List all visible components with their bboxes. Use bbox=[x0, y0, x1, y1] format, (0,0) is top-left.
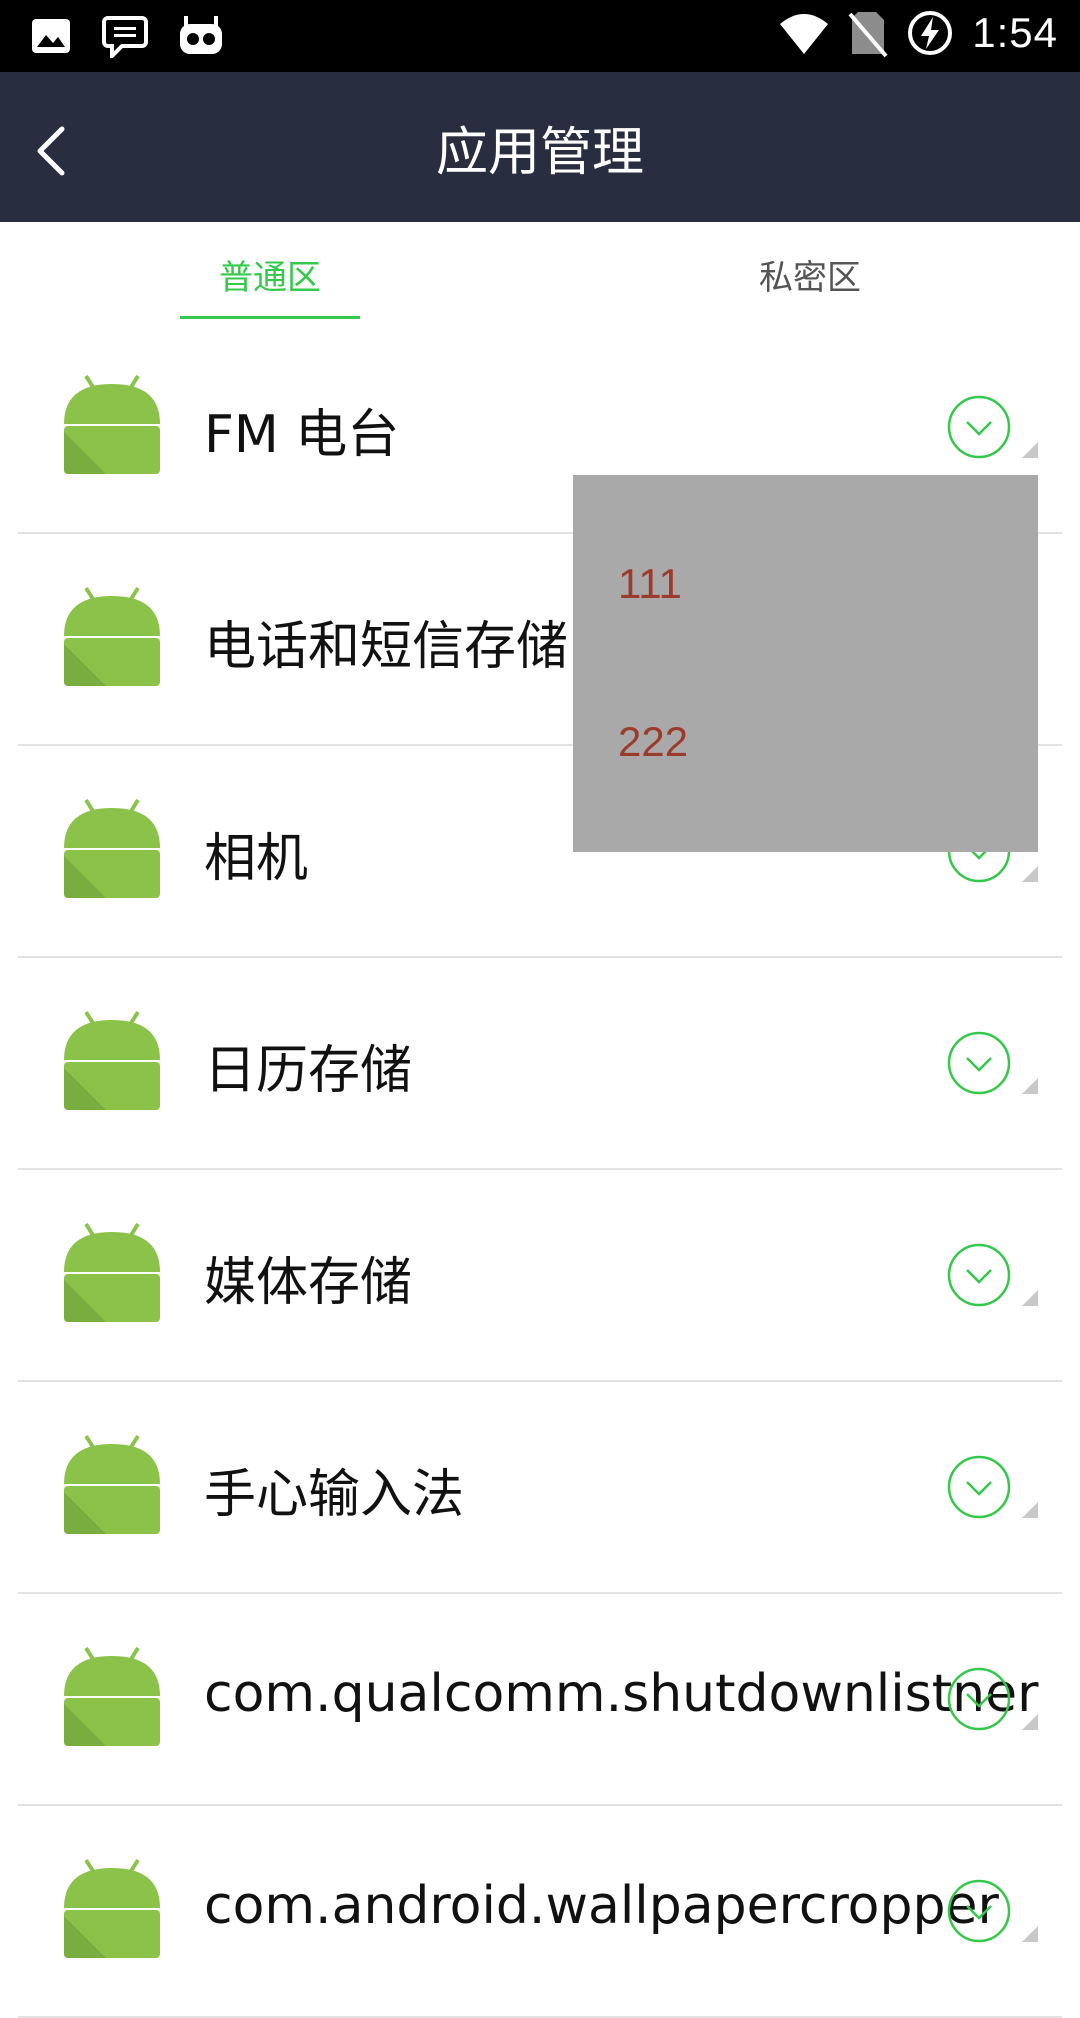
android-app-icon bbox=[64, 1858, 160, 1958]
android-app-icon bbox=[64, 1434, 160, 1534]
chevron-down-circle-icon[interactable] bbox=[946, 394, 1012, 460]
list-item[interactable]: com.qualcomm.shutdownlistner bbox=[0, 1594, 1080, 1806]
corner-triangle-icon bbox=[1022, 1502, 1038, 1518]
list-item[interactable]: 日历存储 bbox=[0, 958, 1080, 1170]
android-app-icon bbox=[64, 1646, 160, 1746]
chevron-down-circle-icon[interactable] bbox=[946, 1666, 1012, 1732]
corner-triangle-icon bbox=[1022, 1926, 1038, 1942]
image-icon bbox=[32, 19, 70, 53]
status-bar: 1:54 bbox=[0, 0, 1080, 72]
chevron-down-circle-icon[interactable] bbox=[946, 1454, 1012, 1520]
chat-icon bbox=[102, 16, 148, 58]
android-app-icon bbox=[64, 374, 160, 474]
list-item[interactable]: 手心输入法 bbox=[0, 1382, 1080, 1594]
status-left-icons bbox=[30, 14, 224, 58]
app-name: 电话和短信存储 bbox=[204, 617, 569, 677]
app-name: 相机 bbox=[204, 829, 309, 889]
wifi-icon bbox=[780, 14, 829, 54]
corner-triangle-icon bbox=[1022, 1078, 1038, 1094]
android-app-icon bbox=[64, 1010, 160, 1110]
active-tab-indicator bbox=[180, 316, 360, 319]
corner-triangle-icon bbox=[1022, 442, 1038, 458]
robot-icon bbox=[180, 16, 222, 54]
chevron-down-circle-icon[interactable] bbox=[946, 1242, 1012, 1308]
page-title: 应用管理 bbox=[435, 123, 644, 183]
app-name: 手心输入法 bbox=[204, 1465, 465, 1525]
tab-bar: 普通区 私密区 bbox=[0, 222, 1080, 322]
corner-triangle-icon bbox=[1022, 1290, 1038, 1306]
no-sim-icon bbox=[848, 12, 888, 58]
list-item[interactable]: 媒体存储 bbox=[0, 1170, 1080, 1382]
list-item[interactable]: com.android.wallpapercropper bbox=[0, 1806, 1080, 2018]
app-header: 应用管理 bbox=[0, 72, 1080, 222]
status-right-icons: 1:54 bbox=[778, 8, 1058, 58]
app-name: com.qualcomm.shutdownlistner bbox=[204, 1664, 1039, 1724]
app-name: com.android.wallpapercropper bbox=[204, 1876, 999, 1936]
corner-triangle-icon bbox=[1022, 1714, 1038, 1730]
app-name: 媒体存储 bbox=[204, 1253, 413, 1313]
android-app-icon bbox=[64, 1222, 160, 1322]
app-name: 日历存储 bbox=[204, 1041, 413, 1101]
battery-charging-icon bbox=[908, 11, 953, 55]
popup-menu-item[interactable]: 111 bbox=[618, 560, 682, 608]
popup-menu-item[interactable]: 222 bbox=[618, 718, 688, 766]
app-name: FM 电台 bbox=[204, 405, 400, 465]
android-app-icon bbox=[64, 586, 160, 686]
tab-private[interactable]: 私密区 bbox=[720, 250, 900, 299]
corner-triangle-icon bbox=[1022, 866, 1038, 882]
chevron-down-circle-icon[interactable] bbox=[946, 1878, 1012, 1944]
tab-normal[interactable]: 普通区 bbox=[180, 250, 360, 299]
popup-menu: 111 222 bbox=[573, 475, 1038, 852]
chevron-down-circle-icon[interactable] bbox=[946, 1030, 1012, 1096]
android-app-icon bbox=[64, 798, 160, 898]
status-time: 1:54 bbox=[972, 9, 1058, 56]
